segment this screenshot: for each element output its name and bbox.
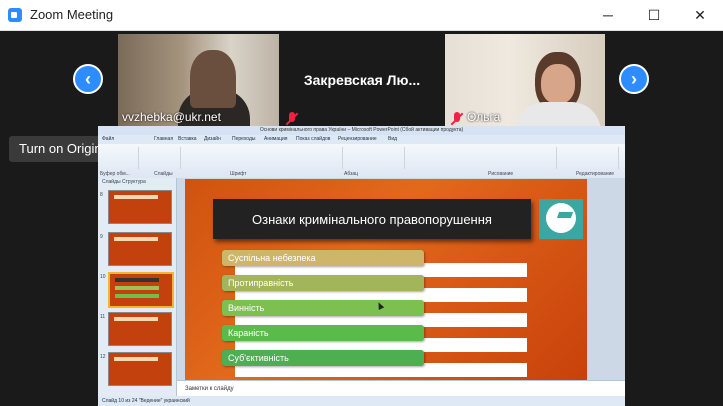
ppt-tab-transitions[interactable]: Переходы: [232, 136, 255, 142]
ppt-tab-view[interactable]: Вид: [388, 136, 397, 142]
slide-thumbnail[interactable]: [108, 190, 172, 224]
graduation-cap-icon: [539, 199, 583, 239]
slide-thumbnail[interactable]: [108, 352, 172, 386]
maximize-button[interactable]: ☐: [631, 0, 677, 30]
ppt-tab-insert[interactable]: Вставка: [178, 136, 197, 142]
ppt-tab-animation[interactable]: Анимация: [264, 136, 287, 142]
slide-heading: Ознаки кримінального правопорушення: [213, 199, 531, 239]
window-titlebar: Zoom Meeting ─ ☐ ✕: [0, 0, 723, 31]
participant-name-2: Закревская Лю...: [303, 72, 421, 88]
slide-editor: Ознаки кримінального правопорушення Сусп…: [177, 178, 625, 380]
ribbon-label-editing: Редактирование: [576, 171, 615, 177]
slide-thumbnail-selected[interactable]: [108, 272, 174, 308]
ppt-tab-slideshow[interactable]: Показ слайдов: [296, 136, 330, 142]
current-slide[interactable]: Ознаки кримінального правопорушення Сусп…: [185, 179, 587, 380]
minimize-button[interactable]: ─: [585, 0, 631, 30]
participant-tile-3[interactable]: Ольга: [445, 34, 605, 126]
next-page-button[interactable]: ›: [619, 64, 649, 94]
participant-strip: vvzhebka@ukr.net Закревская Лю... Ольга …: [0, 31, 723, 126]
ribbon-group-paragraph[interactable]: [344, 147, 405, 169]
slide-thumbnail[interactable]: [108, 232, 172, 266]
ppt-tab-file[interactable]: Файл: [102, 136, 114, 142]
ppt-ribbon: Буфер обм... Слайды Шрифт Абзац Рисовани…: [98, 144, 625, 179]
muted-mic-icon: [451, 112, 463, 126]
thumb-number: 8: [100, 192, 103, 198]
ppt-tab-home[interactable]: Главная: [154, 136, 173, 142]
slide-thumbnail[interactable]: [108, 312, 172, 346]
participant-tile-2[interactable]: Закревская Лю...: [280, 34, 444, 126]
ppt-tab-design[interactable]: Дизайн: [204, 136, 221, 142]
slide-list-item: Караність: [222, 325, 424, 341]
slide-notes[interactable]: Заметки к слайду: [177, 380, 625, 396]
thumb-number: 9: [100, 234, 103, 240]
participant-video-face: [541, 64, 575, 104]
ribbon-group-font[interactable]: [182, 147, 343, 169]
panel-tabs[interactable]: Слайды Структура: [102, 179, 146, 185]
ribbon-label-paragraph: Абзац: [344, 171, 359, 177]
slide-list-item: Винність: [222, 300, 424, 316]
ribbon-label-font: Шрифт: [230, 171, 247, 177]
slide-list-item: Суспільна небезпека: [222, 250, 424, 266]
close-button[interactable]: ✕: [677, 0, 723, 30]
slide-list-item: Протиправність: [222, 275, 424, 291]
ppt-slide-panel: Слайды Структура 8 9 10 11 12: [98, 178, 177, 396]
status-text: Слайд 10 из 24 "Ведение" украинский: [102, 398, 190, 404]
participant-tile-1[interactable]: vvzhebka@ukr.net: [118, 34, 279, 126]
ribbon-group-editing[interactable]: [558, 147, 619, 169]
ppt-status-bar: Слайд 10 из 24 "Ведение" украинский: [98, 396, 625, 406]
participant-video-head: [190, 50, 236, 108]
participant-video-body: [515, 102, 601, 126]
window-title: Zoom Meeting: [30, 7, 114, 22]
ribbon-label-drawing: Рисование: [488, 171, 514, 177]
ppt-ribbon-tabs: Файл Главная Вставка Дизайн Переходы Ани…: [98, 135, 625, 144]
previous-page-button[interactable]: ‹: [73, 64, 103, 94]
zoom-app-icon: [8, 8, 22, 22]
thumb-number: 11: [100, 314, 106, 320]
thumb-number: 10: [100, 274, 106, 280]
ppt-tab-review[interactable]: Рецензирование: [338, 136, 377, 142]
slide-list-item: Суб'єктивність: [222, 350, 424, 366]
ribbon-label-slides: Слайды: [154, 171, 173, 177]
thumb-number: 12: [100, 354, 106, 360]
ribbon-group-slides[interactable]: [140, 147, 181, 169]
participant-name-3: Ольга: [467, 110, 501, 124]
ppt-title: Основи кримінального права України – Mic…: [98, 126, 625, 135]
ribbon-group-clipboard[interactable]: [100, 147, 139, 169]
shared-screen: Основи кримінального права України – Mic…: [98, 126, 625, 406]
muted-mic-icon: [286, 112, 298, 126]
participant-name-1: vvzhebka@ukr.net: [122, 110, 221, 124]
ribbon-label-clipboard: Буфер обм...: [100, 171, 130, 177]
ribbon-group-drawing[interactable]: [406, 147, 557, 169]
